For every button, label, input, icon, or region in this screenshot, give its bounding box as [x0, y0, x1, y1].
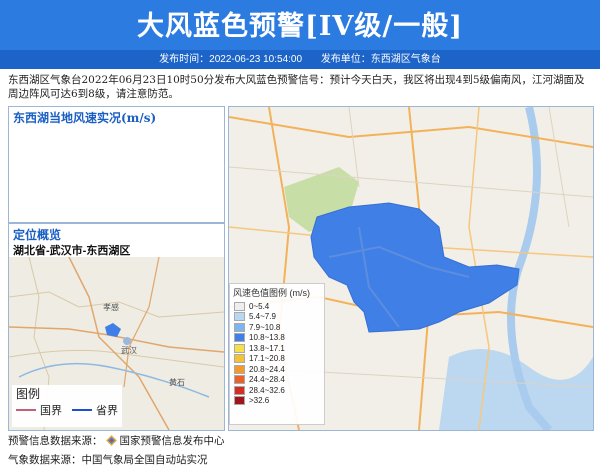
mini-legend-row: 国界 省界: [12, 402, 122, 418]
header-banner: 大风蓝色预警[IV级/一般] 发布时间：2022-06-23 10:54:00 …: [0, 0, 600, 69]
legend-row: 24.4~28.4: [230, 375, 324, 386]
warning-center-logo-icon: [105, 435, 117, 446]
wind-speed-panel: 东西湖当地风速实况(m/s): [8, 106, 225, 223]
location-panel-title: 定位概览: [13, 228, 62, 242]
location-subtitle: 湖北省-武汉市-东西湖区: [13, 245, 131, 257]
legend-swatch: [234, 322, 245, 332]
mini-map-legend: 图例 国界 省界: [12, 385, 122, 427]
legend-row: 20.8~24.4: [230, 364, 324, 375]
legend-label: 7.9~10.8: [249, 322, 281, 332]
legend-row: 7.9~10.8: [230, 322, 324, 333]
warning-source-label: 预警信息数据来源：: [8, 435, 103, 447]
warning-source-link[interactable]: 国家预警信息发布中心: [120, 433, 225, 448]
province-border-icon: [72, 409, 92, 411]
legend-title: 风速色值图例 (m/s): [233, 288, 310, 298]
wind-panel-title: 东西湖当地风速实况(m/s): [13, 111, 157, 125]
legend-row: 5.4~7.9: [230, 312, 324, 323]
legend-swatch: [234, 354, 245, 364]
legend-label: 17.1~20.8: [249, 354, 285, 364]
mini-map-place-3: 黄石: [169, 378, 185, 387]
legend-row: 0~5.4: [230, 301, 324, 312]
mini-map-place-2: 武汉: [121, 346, 137, 355]
legend-row: 28.4~32.6: [230, 385, 324, 396]
legend-label: 13.8~17.1: [249, 343, 285, 353]
legend-swatch: [234, 375, 245, 385]
legend-swatch: [234, 312, 245, 322]
publish-time: 发布时间：2022-06-23 10:54:00: [159, 54, 303, 65]
legend-row: 13.8~17.1: [230, 343, 324, 354]
legend-row: >32.6: [230, 396, 324, 407]
mini-legend-title: 图例: [16, 387, 41, 401]
legend-swatch: [234, 343, 245, 353]
warning-source-line: 预警信息数据来源： 国家预警信息发布中心: [8, 433, 225, 448]
wind-speed-legend: 风速色值图例 (m/s) 0~5.4 5.4~7.9 7.9~10.8 10.8…: [229, 283, 325, 425]
legend-label: 20.8~24.4: [249, 364, 285, 374]
legend-swatch: [234, 364, 245, 374]
mini-map-place-1: 孝感: [103, 303, 119, 312]
publisher: 发布单位：东西湖区气象台: [320, 54, 441, 65]
legend-label: 28.4~32.6: [249, 385, 285, 395]
legend-row: 10.8~13.8: [230, 333, 324, 344]
mini-legend-label: 国界: [40, 405, 62, 417]
legend-label: >32.6: [249, 396, 270, 406]
publish-info-bar: 发布时间：2022-06-23 10:54:00 发布单位：东西湖区气象台: [0, 50, 600, 69]
warning-description: 东西湖区气象台2022年06月23日10时50分发布大风蓝色预警信号：预计今天白…: [8, 74, 585, 100]
weather-source-line: 气象数据来源：中国气象局全国自动站实况: [8, 454, 208, 466]
legend-swatch: [234, 301, 245, 311]
legend-label: 10.8~13.8: [249, 333, 285, 343]
mini-legend-label: 省界: [96, 405, 118, 417]
national-border-icon: [16, 409, 36, 411]
legend-label: 5.4~7.9: [249, 312, 276, 322]
legend-label: 0~5.4: [249, 301, 270, 311]
legend-swatch: [234, 333, 245, 343]
legend-swatch: [234, 385, 245, 395]
page-title: 大风蓝色预警[IV级/一般]: [137, 11, 463, 42]
legend-label: 24.4~28.4: [249, 375, 285, 385]
legend-row: 17.1~20.8: [230, 354, 324, 365]
legend-swatch: [234, 396, 245, 406]
